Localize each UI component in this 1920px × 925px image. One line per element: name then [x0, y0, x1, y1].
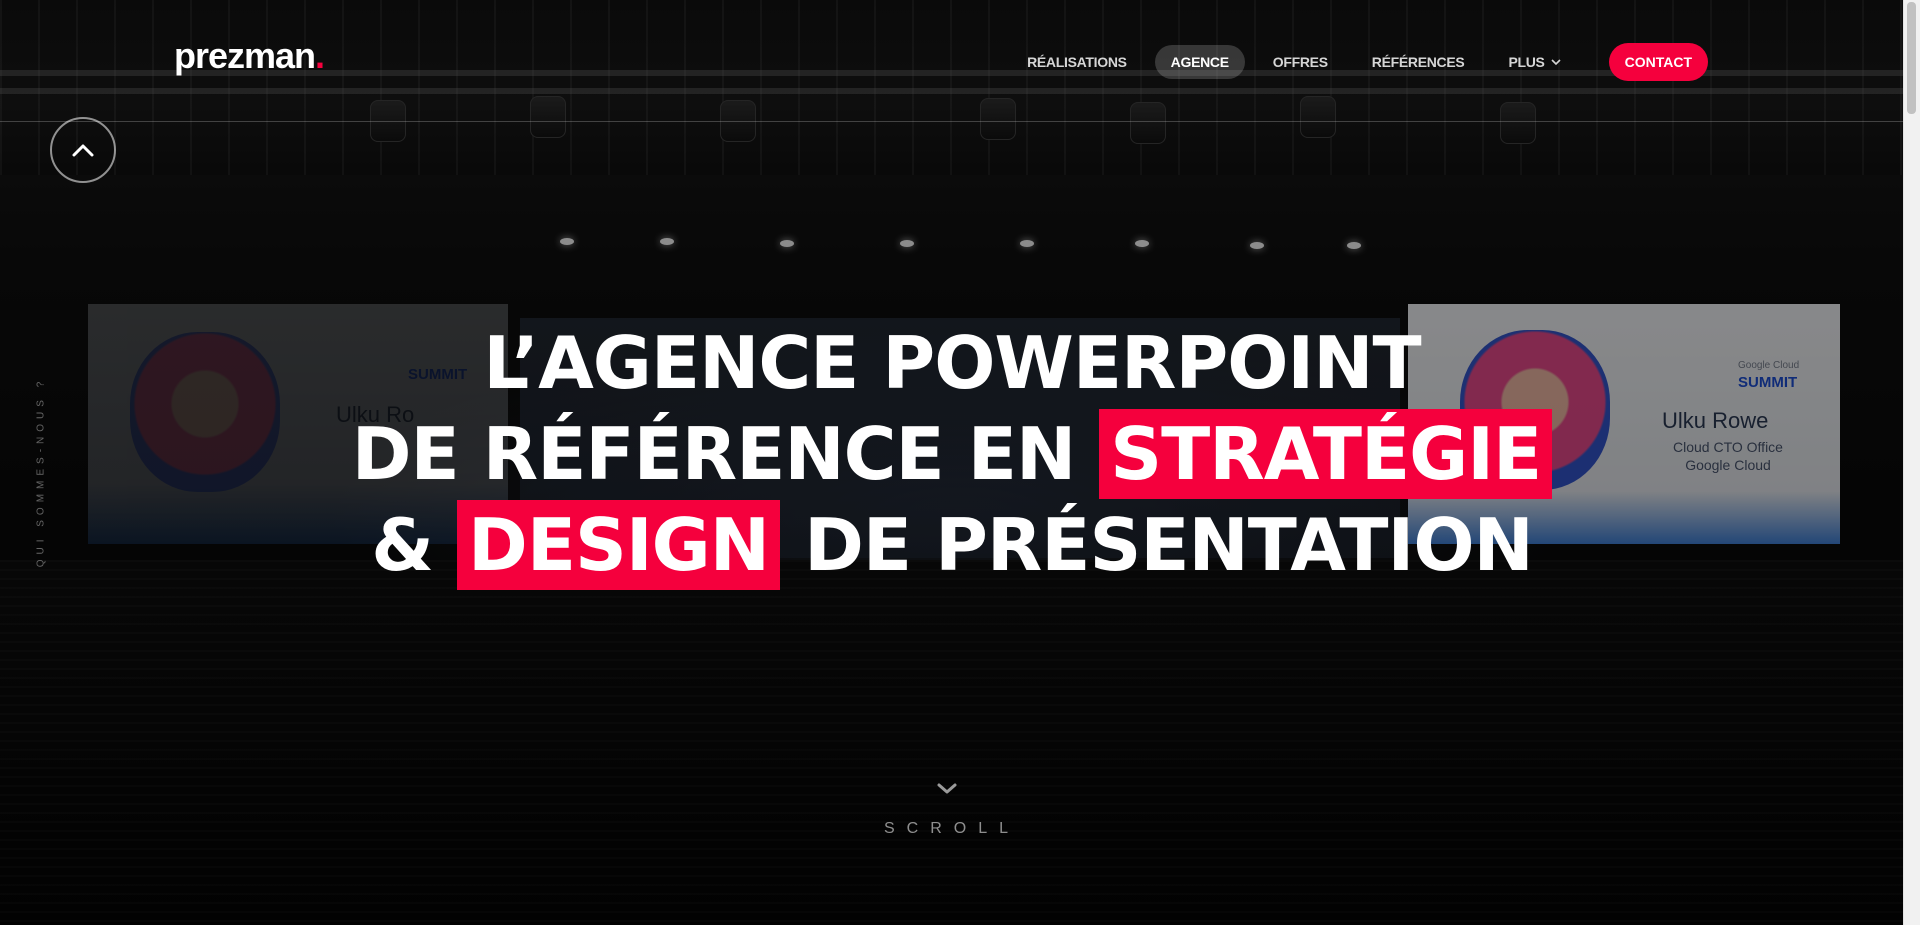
hero-line-3: & DESIGN DE PRÉSENTATION	[0, 500, 1904, 591]
page-scrollbar[interactable]	[1903, 0, 1920, 925]
highlight-design: DESIGN	[457, 500, 780, 590]
chevron-down-icon[interactable]	[936, 782, 958, 796]
scroll-to-top-button[interactable]	[50, 117, 116, 183]
hero-line-2-text: DE RÉFÉRENCE EN	[351, 412, 1100, 496]
hero-line-1: L’AGENCE POWERPOINT	[483, 321, 1421, 405]
scroll-label[interactable]: SCROLL	[0, 820, 1904, 838]
nav-item-agence[interactable]: AGENCE	[1154, 45, 1245, 79]
nav-item-plus[interactable]: PLUS	[1492, 45, 1576, 79]
scrollbar-thumb[interactable]	[1907, 2, 1916, 114]
hero-title: L’AGENCE POWERPOINT DE RÉFÉRENCE EN STRA…	[0, 318, 1904, 591]
nav-item-offres[interactable]: OFFRES	[1257, 45, 1344, 79]
hero-line-2: DE RÉFÉRENCE EN STRATÉGIE	[0, 409, 1904, 500]
contact-button[interactable]: CONTACT	[1608, 43, 1708, 81]
nav-item-realisations[interactable]: RÉALISATIONS	[1011, 45, 1143, 79]
hero-line-3-prefix: &	[371, 503, 458, 587]
hero-page: SUMMIT Ulku Ro Google Cloud SUMMIT Ulku …	[0, 0, 1920, 925]
logo-text: prezman	[174, 35, 316, 76]
main-nav: RÉALISATIONS AGENCE OFFRES RÉFÉRENCES PL…	[1011, 43, 1708, 81]
nav-item-plus-label: PLUS	[1508, 54, 1545, 70]
hero-line-3-suffix: DE PRÉSENTATION	[780, 503, 1534, 587]
prezman-logo[interactable]: prezman.	[174, 35, 325, 76]
site-header: prezman. RÉALISATIONS AGENCE OFFRES RÉFÉ…	[0, 0, 1904, 122]
highlight-strategie: STRATÉGIE	[1099, 409, 1553, 499]
chevron-down-icon	[1551, 57, 1561, 69]
logo-dot: .	[315, 35, 325, 76]
nav-item-references[interactable]: RÉFÉRENCES	[1356, 45, 1481, 79]
chevron-up-icon	[72, 144, 94, 157]
